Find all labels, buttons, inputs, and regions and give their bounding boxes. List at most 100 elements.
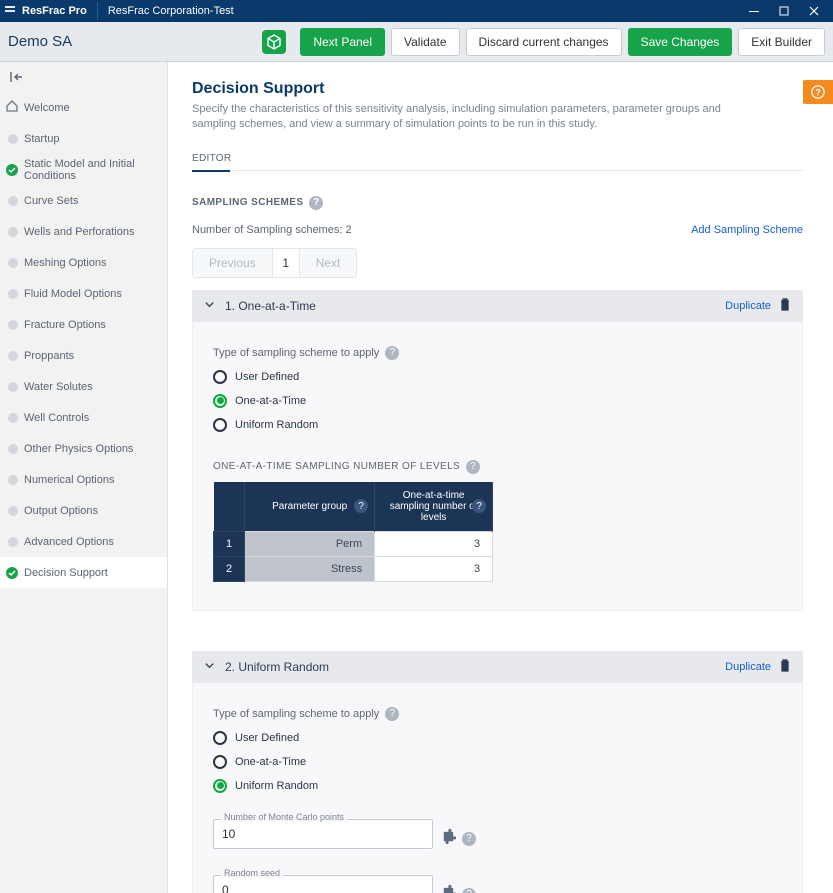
- mc-points-input[interactable]: [213, 819, 433, 849]
- sidebar-item-decision-support[interactable]: Decision Support: [0, 557, 167, 588]
- scheme-2-radio-one-at-a-time[interactable]: One-at-a-Time: [213, 755, 782, 769]
- sidebar-item-fracture[interactable]: Fracture Options: [0, 309, 167, 340]
- save-changes-button[interactable]: Save Changes: [628, 28, 733, 56]
- nav-label: Startup: [24, 133, 59, 145]
- random-seed-label: Random seed: [221, 868, 283, 878]
- page-title: Decision Support: [192, 80, 803, 98]
- sidebar-item-welcome[interactable]: Welcome: [0, 92, 167, 123]
- radio-label: User Defined: [235, 371, 299, 383]
- nav-label: Advanced Options: [24, 536, 114, 548]
- help-icon[interactable]: ?: [309, 196, 323, 210]
- radio-label: One-at-a-Time: [235, 395, 306, 407]
- tab-editor[interactable]: EDITOR: [192, 153, 803, 171]
- validate-button[interactable]: Validate: [391, 28, 459, 56]
- scheme-2-delete-button[interactable]: [779, 659, 791, 675]
- radio-selected-icon: [213, 779, 227, 793]
- mc-points-label: Number of Monte Carlo points: [221, 812, 347, 822]
- sidebar-item-static-model[interactable]: Static Model and Initial Conditions: [0, 154, 167, 185]
- help-icon[interactable]: ?: [472, 499, 486, 513]
- nav-label: Water Solutes: [24, 381, 93, 393]
- radio-label: Uniform Random: [235, 419, 318, 431]
- sidebar-item-other-physics[interactable]: Other Physics Options: [0, 433, 167, 464]
- help-icon[interactable]: ?: [462, 832, 476, 846]
- nav-label: Other Physics Options: [24, 443, 133, 455]
- nav-label: Output Options: [24, 505, 98, 517]
- levels-heading: ONE-AT-A-TIME SAMPLING NUMBER OF LEVELS: [213, 461, 460, 472]
- status-dot-icon: [8, 537, 18, 547]
- status-dot-icon: [8, 413, 18, 423]
- row-number: 1: [214, 531, 245, 556]
- check-icon: [6, 164, 18, 176]
- radio-icon: [213, 418, 227, 432]
- help-icon[interactable]: ?: [462, 888, 476, 893]
- scheme-1-header[interactable]: 1. One-at-a-Time Duplicate: [192, 290, 803, 322]
- status-dot-icon: [8, 258, 18, 268]
- radio-icon: [213, 755, 227, 769]
- sidebar-item-fluid-model[interactable]: Fluid Model Options: [0, 278, 167, 309]
- section-heading-sampling: SAMPLING SCHEMES: [192, 197, 303, 208]
- scheme-1-delete-button[interactable]: [779, 298, 791, 314]
- nav-label: Decision Support: [24, 567, 108, 579]
- page-subtitle: Specify the characteristics of this sens…: [192, 102, 762, 133]
- status-dot-icon: [8, 227, 18, 237]
- cell-levels[interactable]: 3: [375, 531, 493, 556]
- sidebar-item-proppants[interactable]: Proppants: [0, 340, 167, 371]
- exit-builder-button[interactable]: Exit Builder: [738, 28, 825, 56]
- discard-changes-button[interactable]: Discard current changes: [466, 28, 622, 56]
- radio-label: Uniform Random: [235, 780, 318, 792]
- pager-page-input[interactable]: [272, 249, 300, 277]
- cell-parameter-group[interactable]: Perm: [245, 531, 375, 556]
- scheme-2-header[interactable]: 2. Uniform Random Duplicate: [192, 651, 803, 683]
- nav-label: Numerical Options: [24, 474, 114, 486]
- sidebar-item-curve-sets[interactable]: Curve Sets: [0, 185, 167, 216]
- status-dot-icon: [8, 506, 18, 516]
- puzzle-icon[interactable]: [441, 885, 456, 893]
- help-icon[interactable]: ?: [385, 346, 399, 360]
- tab-underline: [192, 170, 230, 172]
- window-maximize-button[interactable]: [769, 0, 799, 22]
- scheme-2-radio-uniform-random[interactable]: Uniform Random: [213, 779, 782, 793]
- table-row: 2 Stress 3: [214, 556, 493, 581]
- scheme-2-duplicate-link[interactable]: Duplicate: [725, 661, 771, 673]
- svg-text:?: ?: [815, 88, 820, 98]
- help-icon[interactable]: ?: [385, 707, 399, 721]
- sidebar-item-advanced[interactable]: Advanced Options: [0, 526, 167, 557]
- puzzle-icon[interactable]: [441, 829, 456, 849]
- project-title: Demo SA: [8, 33, 72, 50]
- col-parameter-group: Parameter group?: [245, 482, 375, 532]
- nav-label: Welcome: [24, 102, 70, 114]
- home-icon: [6, 100, 18, 115]
- cell-parameter-group[interactable]: Stress: [245, 556, 375, 581]
- sidebar-item-meshing[interactable]: Meshing Options: [0, 247, 167, 278]
- help-icon[interactable]: ?: [354, 499, 368, 513]
- window-minimize-button[interactable]: [739, 0, 769, 22]
- pager-previous-button[interactable]: Previous: [193, 249, 272, 277]
- pager-next-button[interactable]: Next: [300, 249, 357, 277]
- sidebar-collapse-button[interactable]: [0, 62, 167, 92]
- next-panel-button[interactable]: Next Panel: [300, 28, 385, 56]
- sidebar-item-startup[interactable]: Startup: [0, 123, 167, 154]
- col-levels: One-at-a-time sampling number of levels?: [375, 482, 493, 532]
- add-sampling-scheme-link[interactable]: Add Sampling Scheme: [691, 224, 803, 236]
- scheme-2-radio-user-defined[interactable]: User Defined: [213, 731, 782, 745]
- scheme-1-radio-one-at-a-time[interactable]: One-at-a-Time: [213, 394, 782, 408]
- scheme-1-duplicate-link[interactable]: Duplicate: [725, 300, 771, 312]
- status-dot-icon: [8, 351, 18, 361]
- window-close-button[interactable]: [799, 0, 829, 22]
- scheme-1-radio-uniform-random[interactable]: Uniform Random: [213, 418, 782, 432]
- help-button[interactable]: ?: [803, 80, 833, 104]
- workspace-name: ResFrac Corporation-Test: [98, 5, 234, 17]
- sidebar-item-numerical[interactable]: Numerical Options: [0, 464, 167, 495]
- sidebar-item-water-solutes[interactable]: Water Solutes: [0, 371, 167, 402]
- sidebar-item-wells[interactable]: Wells and Perforations: [0, 216, 167, 247]
- sidebar-item-well-controls[interactable]: Well Controls: [0, 402, 167, 433]
- scheme-1-radio-user-defined[interactable]: User Defined: [213, 370, 782, 384]
- cell-levels[interactable]: 3: [375, 556, 493, 581]
- radio-label: User Defined: [235, 732, 299, 744]
- sidebar-item-output[interactable]: Output Options: [0, 495, 167, 526]
- nav-label: Well Controls: [24, 412, 89, 424]
- chevron-down-icon: [204, 660, 215, 674]
- help-icon[interactable]: ?: [466, 460, 480, 474]
- scheme-1-title: 1. One-at-a-Time: [225, 299, 316, 313]
- nav-label: Proppants: [24, 350, 74, 362]
